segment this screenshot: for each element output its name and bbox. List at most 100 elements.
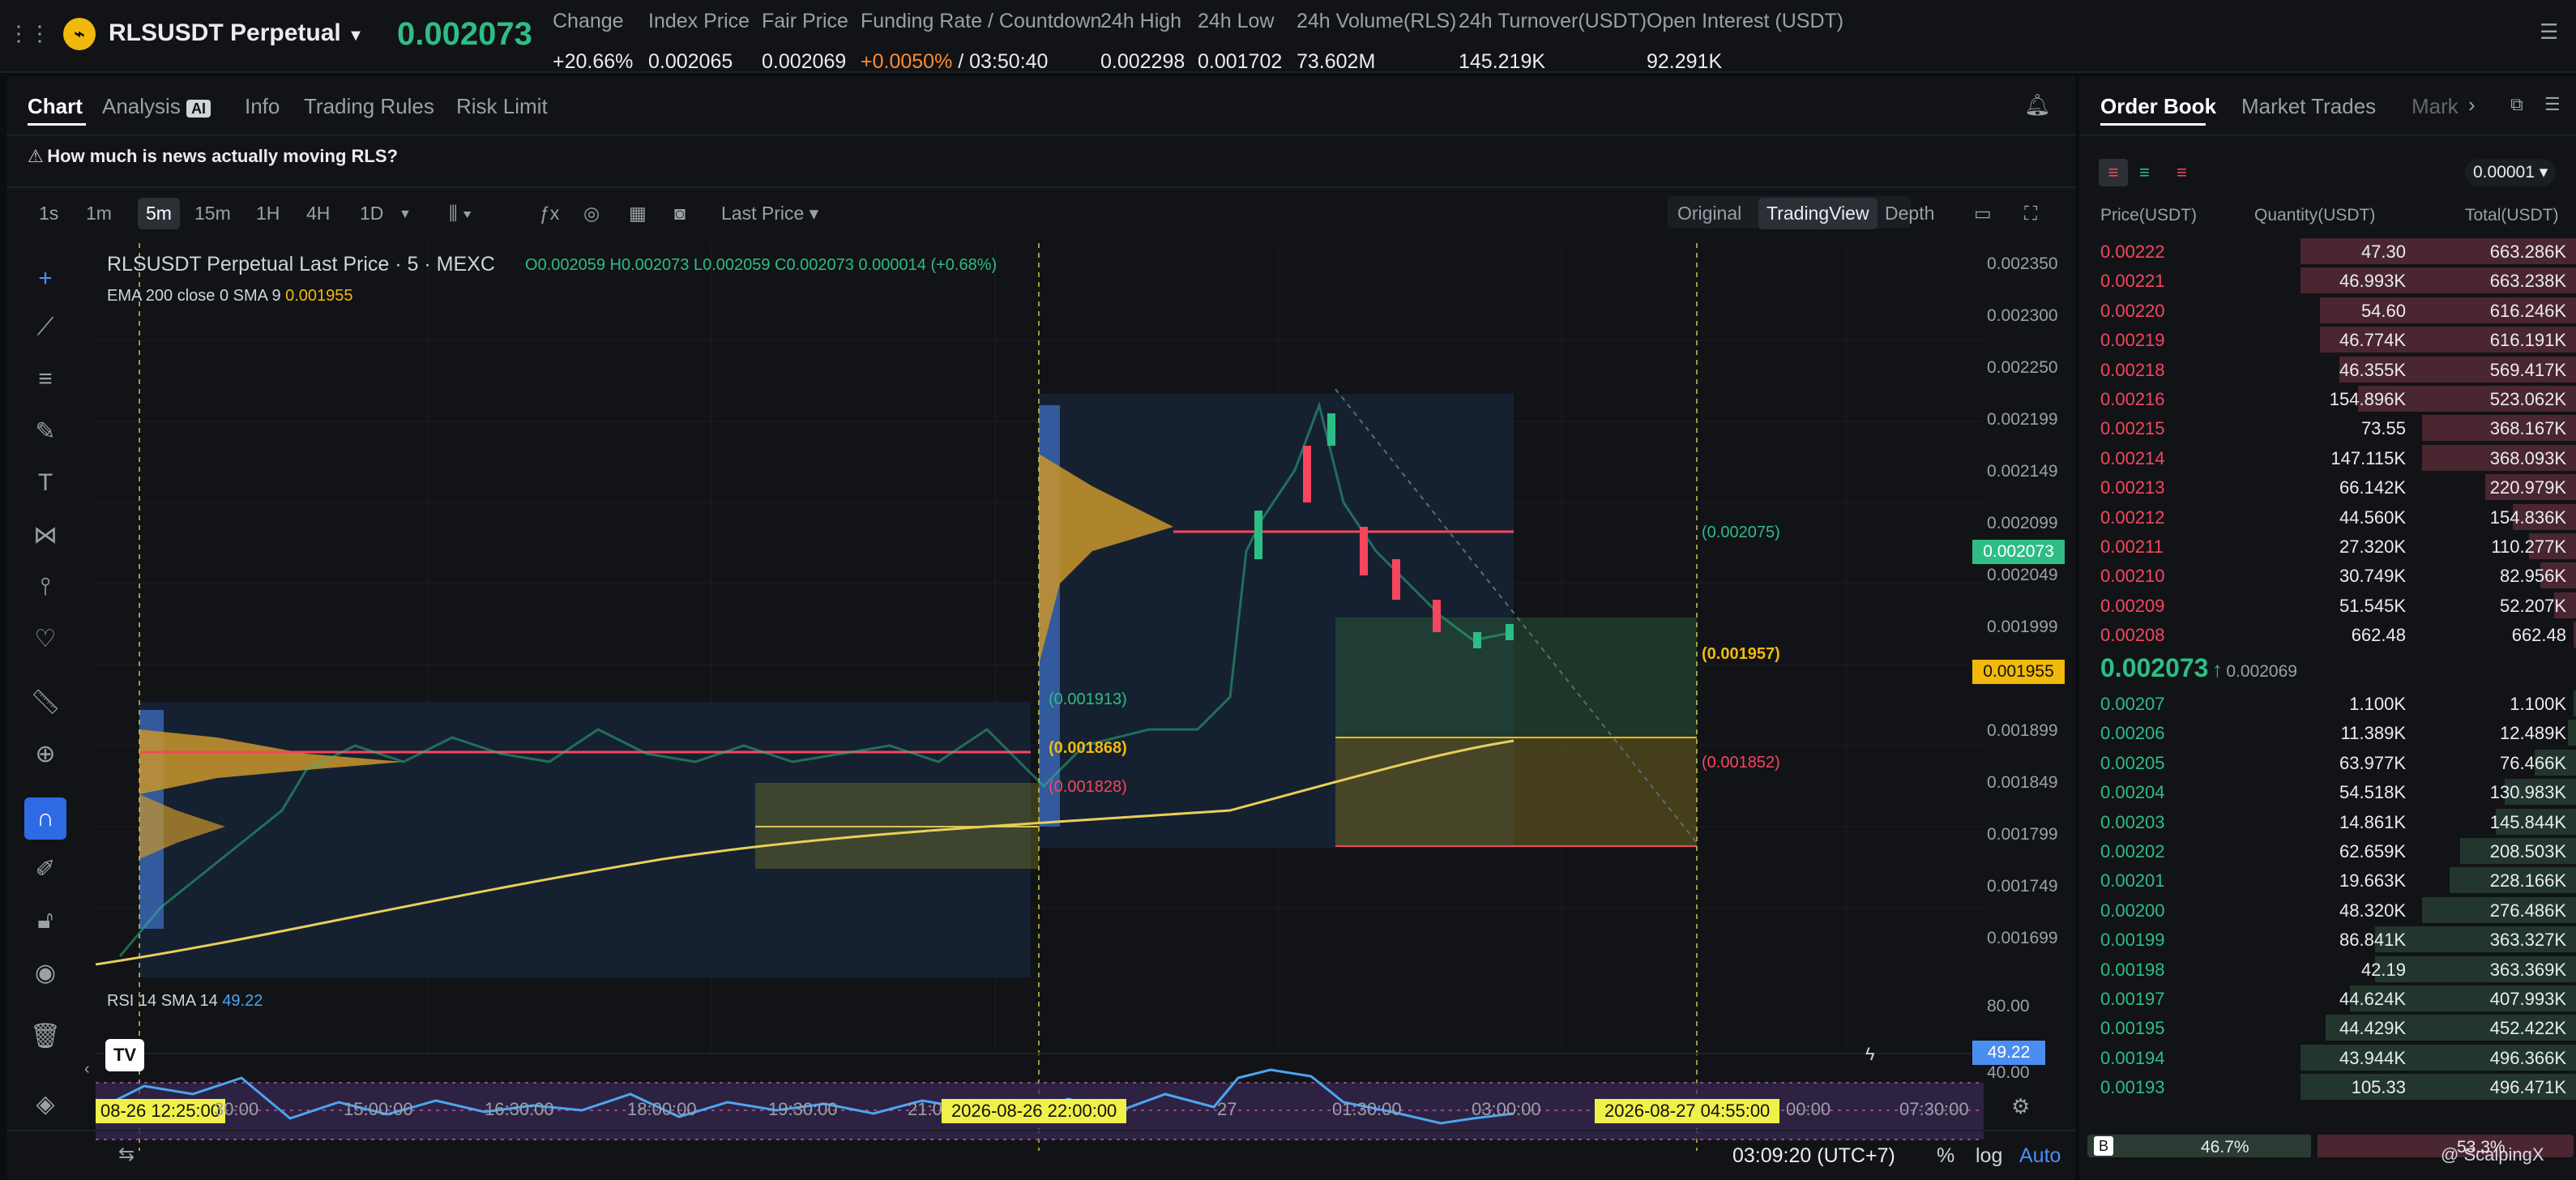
- price-type-select[interactable]: Last Price ▾: [721, 203, 818, 224]
- chart-settings-gear-icon[interactable]: ⚙: [2011, 1094, 2030, 1119]
- bid-quantity: 11.389K: [2340, 723, 2406, 744]
- tab-info[interactable]: Info: [245, 94, 280, 119]
- auto-scale-toggle[interactable]: Auto: [2019, 1144, 2061, 1168]
- view-original[interactable]: Original: [1677, 203, 1741, 224]
- sidebar-toggle-icon[interactable]: ▭: [1974, 203, 1992, 224]
- ask-row[interactable]: 0.00218 46.355K 569.417K: [2079, 355, 2576, 384]
- timeframe-15m[interactable]: 15m: [194, 203, 231, 224]
- trash-icon[interactable]: 🗑︎: [29, 1020, 62, 1052]
- bid-row[interactable]: 0.00204 54.518K 130.983K: [2079, 777, 2576, 806]
- text-tool-icon[interactable]: T: [29, 467, 62, 499]
- lock-icon[interactable]: 🔓︎: [29, 904, 62, 937]
- precision-select[interactable]: 0.00001 ▾: [2465, 159, 2557, 186]
- view-depth[interactable]: Depth: [1885, 203, 1934, 224]
- time-tick: 01:30:00: [1332, 1099, 1402, 1119]
- collapse-toolbar-icon[interactable]: ‹: [84, 1060, 90, 1079]
- ask-row[interactable]: 0.00212 44.560K 154.836K: [2079, 502, 2576, 532]
- template-icon[interactable]: ◎: [583, 203, 600, 224]
- ask-total: 663.238K: [2489, 271, 2566, 292]
- eye-icon[interactable]: ◉: [29, 956, 62, 989]
- view-both-icon[interactable]: ≡: [2099, 159, 2128, 186]
- timeframe-1h[interactable]: 1H: [256, 203, 280, 224]
- bid-row[interactable]: 0.00193 105.33 496.471K: [2079, 1072, 2576, 1101]
- ask-row[interactable]: 0.00213 66.142K 220.979K: [2079, 472, 2576, 502]
- log-scale-toggle[interactable]: log: [1976, 1144, 2002, 1168]
- clock-readout[interactable]: 03:09:20 (UTC+7): [1732, 1144, 1895, 1168]
- ask-row[interactable]: 0.00210 30.749K 82.956K: [2079, 561, 2576, 590]
- ruler-icon[interactable]: 📏︎: [29, 686, 62, 718]
- bid-row[interactable]: 0.00207 1.100K 1.100K: [2079, 689, 2576, 718]
- timeframe-4h[interactable]: 4H: [306, 203, 330, 224]
- ask-row[interactable]: 0.00219 46.774K 616.191K: [2079, 325, 2576, 354]
- bid-row[interactable]: 0.00195 44.429K 452.422K: [2079, 1013, 2576, 1042]
- tab-order-book[interactable]: Order Book: [2100, 94, 2216, 119]
- tab-mark[interactable]: Mark: [2412, 94, 2459, 119]
- horizontal-lines-icon[interactable]: ≡: [29, 363, 62, 395]
- prediction-icon[interactable]: ⫯: [29, 571, 62, 603]
- ask-row[interactable]: 0.00214 147.115K 368.093K: [2079, 443, 2576, 472]
- tab-chart[interactable]: Chart: [28, 94, 83, 119]
- bid-row[interactable]: 0.00198 42.19 363.369K: [2079, 955, 2576, 984]
- candle-type-icon[interactable]: ⫼ ▾: [449, 203, 472, 224]
- pattern-icon[interactable]: ⋈: [29, 519, 62, 551]
- bid-depth-bar: [2567, 720, 2576, 746]
- camera-icon[interactable]: ◙: [674, 203, 686, 224]
- popout-icon[interactable]: ⧉: [2510, 94, 2523, 115]
- news-banner[interactable]: ⚠ How much is news actually moving RLS?: [28, 146, 398, 178]
- pencil-lock-icon[interactable]: ✐: [29, 853, 62, 885]
- lightning-icon[interactable]: ϟ: [1865, 1044, 1875, 1065]
- timeframe-1s[interactable]: 1s: [39, 203, 58, 224]
- fullscreen-icon[interactable]: ⛶: [2024, 203, 2037, 224]
- heart-icon[interactable]: ♡: [29, 622, 62, 655]
- bid-row[interactable]: 0.00202 62.659K 208.503K: [2079, 836, 2576, 866]
- zoom-icon[interactable]: ⊕: [29, 738, 62, 770]
- bid-row[interactable]: 0.00205 63.977K 76.466K: [2079, 748, 2576, 777]
- view-asks-icon[interactable]: ≡: [2177, 159, 2187, 186]
- bid-price: 0.00195: [2100, 1018, 2165, 1039]
- tab-risk-limit[interactable]: Risk Limit: [456, 94, 548, 119]
- tab-analysis[interactable]: Analysis AI: [102, 94, 211, 119]
- bid-row[interactable]: 0.00201 19.663K 228.166K: [2079, 866, 2576, 895]
- date-range-icon[interactable]: ⇆: [118, 1143, 135, 1166]
- view-tradingview[interactable]: TradingView: [1758, 198, 1878, 229]
- bell-icon[interactable]: 🔔︎: [2024, 92, 2051, 118]
- ask-total: 110.277K: [2491, 537, 2566, 557]
- ask-row[interactable]: 0.00208 662.48 662.48: [2079, 620, 2576, 649]
- timeframe-5m[interactable]: 5m: [138, 198, 180, 229]
- ask-row[interactable]: 0.00221 46.993K 663.238K: [2079, 266, 2576, 295]
- ask-row[interactable]: 0.00216 154.896K 523.062K: [2079, 384, 2576, 413]
- ask-row[interactable]: 0.00211 27.320K 110.277K: [2079, 532, 2576, 561]
- percent-scale-toggle[interactable]: %: [1937, 1144, 1954, 1168]
- tab-market-trades[interactable]: Market Trades: [2241, 94, 2376, 119]
- chevron-right-icon[interactable]: ›: [2468, 92, 2476, 118]
- sliders-icon[interactable]: ☰: [2544, 94, 2561, 115]
- ask-row[interactable]: 0.00222 47.30 663.286K: [2079, 237, 2576, 266]
- crosshair-icon[interactable]: +: [29, 263, 62, 295]
- settings-sliders-icon[interactable]: ☰: [2540, 19, 2558, 45]
- magnet-icon[interactable]: ∩: [24, 797, 66, 840]
- view-bids-icon[interactable]: ≡: [2139, 159, 2150, 186]
- layout-icon[interactable]: ▦: [629, 203, 647, 224]
- ask-row[interactable]: 0.00215 73.55 368.167K: [2079, 413, 2576, 442]
- price-chart[interactable]: [96, 243, 1984, 1175]
- menu-icon[interactable]: ⋮⋮: [8, 21, 50, 50]
- timeframe-1m[interactable]: 1m: [86, 203, 112, 224]
- indicator-fx-icon[interactable]: ƒx: [540, 203, 559, 224]
- timeframe-1d[interactable]: 1D: [360, 203, 383, 224]
- bid-row[interactable]: 0.00203 14.861K 145.844K: [2079, 807, 2576, 836]
- ask-total: 220.979K: [2489, 477, 2566, 498]
- ask-quantity: 73.55: [2360, 418, 2406, 439]
- bid-row[interactable]: 0.00194 43.944K 496.366K: [2079, 1043, 2576, 1072]
- layers-icon[interactable]: ◈: [29, 1088, 62, 1120]
- trend-line-icon[interactable]: ⟋: [29, 311, 62, 344]
- brush-icon[interactable]: ✎: [29, 415, 62, 447]
- bid-row[interactable]: 0.00206 11.389K 12.489K: [2079, 718, 2576, 747]
- timeframe-chevron-icon[interactable]: ▼: [399, 207, 412, 222]
- bid-row[interactable]: 0.00197 44.624K 407.993K: [2079, 984, 2576, 1013]
- tab-trading-rules[interactable]: Trading Rules: [304, 94, 434, 119]
- ask-row[interactable]: 0.00220 54.60 616.246K: [2079, 296, 2576, 325]
- symbol-selector[interactable]: RLSUSDT Perpetual ▼: [109, 19, 364, 47]
- bid-row[interactable]: 0.00200 48.320K 276.486K: [2079, 896, 2576, 925]
- bid-row[interactable]: 0.00199 86.841K 363.327K: [2079, 925, 2576, 954]
- ask-row[interactable]: 0.00209 51.545K 52.207K: [2079, 591, 2576, 620]
